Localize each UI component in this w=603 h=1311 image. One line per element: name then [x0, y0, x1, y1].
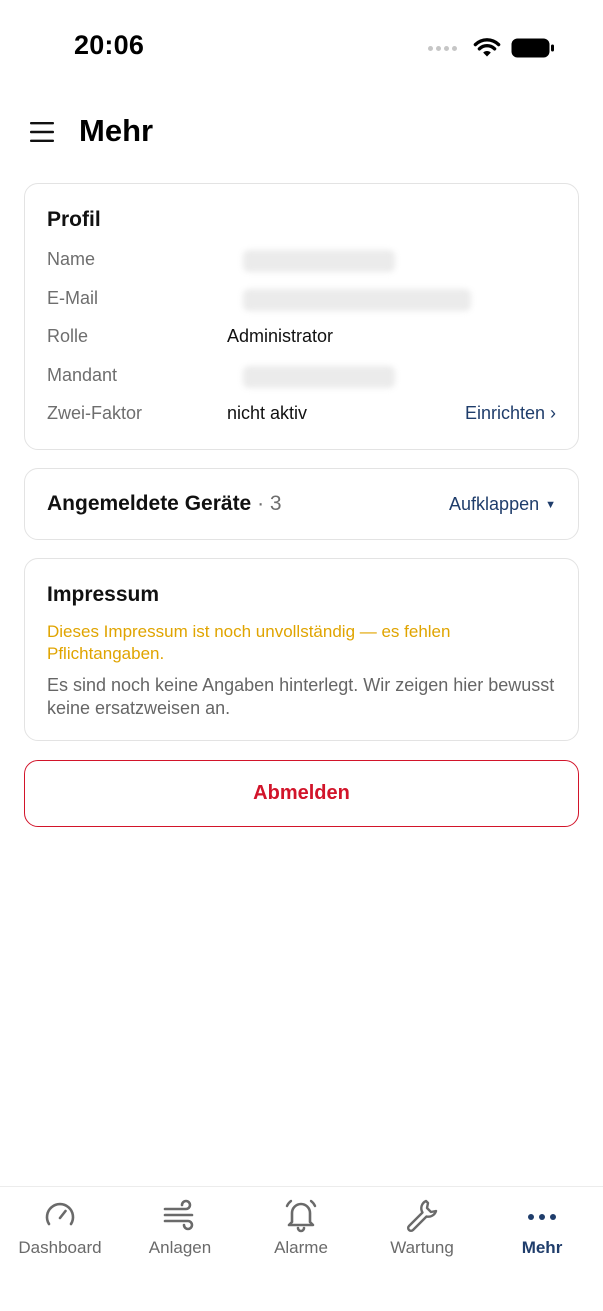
wifi-icon [473, 38, 501, 57]
profile-title: Profil [47, 208, 101, 231]
tab-wartung[interactable]: Wartung [362, 1187, 482, 1277]
cellular-signal-icon [428, 45, 457, 51]
row-label: Rolle [47, 326, 89, 346]
row-label: Mandant [47, 365, 118, 385]
imprint-warning: Dieses Impressum ist noch unvollständig … [47, 622, 451, 663]
row-value: Administrator [227, 326, 334, 346]
row-value: nicht aktiv [227, 403, 308, 423]
imprint-card: Impressum Dieses Impressum ist noch unvo… [24, 558, 579, 741]
tab-alarme[interactable]: Alarme [241, 1187, 361, 1277]
wind-icon [163, 1199, 194, 1231]
expand-label: Aufklappen [449, 494, 540, 514]
bell-icon [285, 1199, 317, 1233]
more-dots-icon [528, 1214, 556, 1220]
redacted-email-value [243, 289, 471, 311]
wrench-icon [406, 1199, 438, 1233]
status-icons [428, 36, 555, 60]
tab-mehr[interactable]: Mehr [482, 1187, 602, 1277]
row-label: E-Mail [47, 288, 99, 308]
hamburger-menu-icon[interactable] [30, 120, 54, 144]
redacted-tenant-value [243, 366, 395, 388]
redacted-name-value [243, 250, 395, 272]
profile-row-role: Rolle Administrator [47, 326, 556, 350]
row-label: Name [47, 249, 96, 269]
imprint-text: Es sind noch keine Angaben hinterlegt. W… [47, 675, 555, 718]
gauge-icon [45, 1202, 75, 1226]
tab-bar: Dashboard Anlagen Alarme Wartung Mehr [0, 1186, 603, 1311]
devices-count: · 3 [251, 492, 282, 515]
profile-row-two-factor: Zwei-Faktor nicht aktiv Einrichten › [47, 403, 556, 427]
caret-down-icon: ▼ [545, 499, 556, 511]
tab-label: Alarme [274, 1238, 328, 1257]
tab-label: Dashboard [18, 1238, 102, 1257]
setup-two-factor-link[interactable]: Einrichten › [465, 403, 556, 424]
devices-title-text: Angemeldete Geräte [47, 492, 252, 515]
devices-title: Angemeldete Geräte · 3 [47, 492, 282, 516]
profile-row-email: E-Mail [47, 288, 556, 312]
expand-devices-toggle[interactable]: Aufklappen ▼ [449, 494, 556, 515]
tab-dashboard[interactable]: Dashboard [0, 1187, 120, 1277]
tab-label: Mehr [521, 1238, 563, 1257]
logout-button[interactable]: Abmelden [24, 760, 579, 827]
profile-card: Profil Name E-Mail Rolle Administrator M… [24, 183, 579, 450]
devices-card[interactable]: Angemeldete Geräte · 3 Aufklappen ▼ [24, 468, 579, 540]
page-title: Mehr [79, 113, 154, 148]
profile-row-name: Name [47, 249, 556, 273]
battery-icon [511, 38, 554, 58]
imprint-title: Impressum [47, 583, 160, 606]
tab-label: Anlagen [148, 1238, 212, 1257]
tab-label: Wartung [390, 1238, 454, 1257]
tab-anlagen[interactable]: Anlagen [120, 1187, 240, 1277]
profile-row-tenant: Mandant [47, 365, 556, 389]
row-label: Zwei-Faktor [47, 403, 143, 423]
status-time: 20:06 [74, 30, 145, 60]
screen: 20:06 Mehr Profil Name E-Mail Rolle Admi… [0, 0, 603, 1311]
